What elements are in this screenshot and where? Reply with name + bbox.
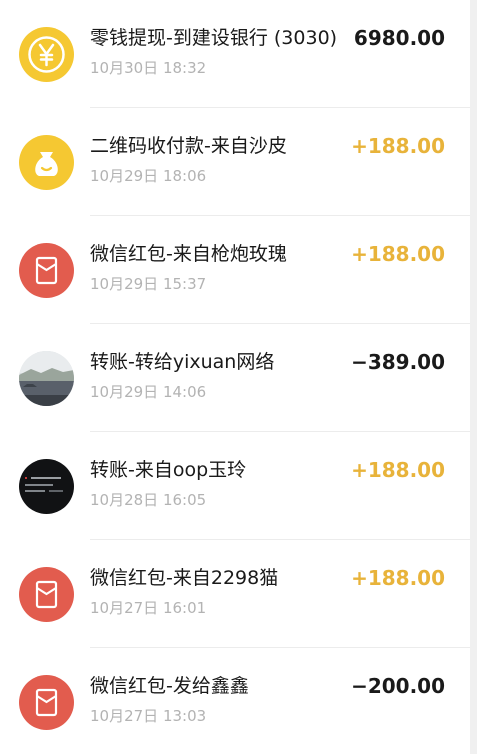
- scrollbar[interactable]: [470, 0, 477, 754]
- transaction-time: 10月28日 16:05: [90, 491, 207, 509]
- transaction-amount: +188.00: [351, 242, 445, 266]
- red-envelope-icon: [19, 567, 74, 622]
- transaction-time: 10月27日 16:01: [90, 599, 207, 617]
- transaction-title: 转账-来自oop玉玲: [90, 459, 247, 481]
- transaction-amount: +188.00: [351, 458, 445, 482]
- money-bag-icon: [19, 135, 74, 190]
- transaction-amount: +188.00: [351, 134, 445, 158]
- transaction-row[interactable]: 转账-转给yixuan网络 10月29日 14:06 −389.00: [0, 324, 470, 432]
- transaction-row[interactable]: 微信红包-来自枪炮玫瑰 10月29日 15:37 +188.00: [0, 216, 470, 324]
- transaction-title: 转账-转给yixuan网络: [90, 351, 275, 373]
- transaction-amount: +188.00: [351, 566, 445, 590]
- transaction-row[interactable]: 二维码收付款-来自沙皮 10月29日 18:06 +188.00: [0, 108, 470, 216]
- transaction-title: 二维码收付款-来自沙皮: [90, 135, 287, 157]
- transaction-time: 10月29日 14:06: [90, 383, 207, 401]
- transaction-title: 微信红包-来自枪炮玫瑰: [90, 243, 287, 265]
- transaction-title: 零钱提现-到建设银行 (3030): [90, 27, 338, 49]
- transaction-amount: −389.00: [351, 350, 445, 374]
- transaction-time: 10月29日 18:06: [90, 167, 207, 185]
- red-envelope-icon: [19, 243, 74, 298]
- transaction-row[interactable]: 零钱提现-到建设银行 (3030) 10月30日 18:32 6980.00: [0, 0, 470, 108]
- red-envelope-icon: [19, 675, 74, 730]
- avatar-photo-dark: [19, 459, 74, 514]
- transaction-row[interactable]: 转账-来自oop玉玲 10月28日 16:05 +188.00: [0, 432, 470, 540]
- transaction-title: 微信红包-发给鑫鑫: [90, 675, 249, 697]
- yuan-coin-icon: [19, 27, 74, 82]
- transaction-time: 10月27日 13:03: [90, 707, 207, 725]
- transaction-time: 10月29日 15:37: [90, 275, 207, 293]
- avatar-photo-road: [19, 351, 74, 406]
- transaction-amount: 6980.00: [353, 26, 445, 50]
- transaction-row[interactable]: 微信红包-来自2298猫 10月27日 16:01 +188.00: [0, 540, 470, 648]
- transaction-title: 微信红包-来自2298猫: [90, 567, 279, 589]
- transaction-amount: −200.00: [351, 674, 445, 698]
- transaction-row[interactable]: 微信红包-发给鑫鑫 10月27日 13:03 −200.00: [0, 648, 470, 756]
- transaction-time: 10月30日 18:32: [90, 59, 207, 77]
